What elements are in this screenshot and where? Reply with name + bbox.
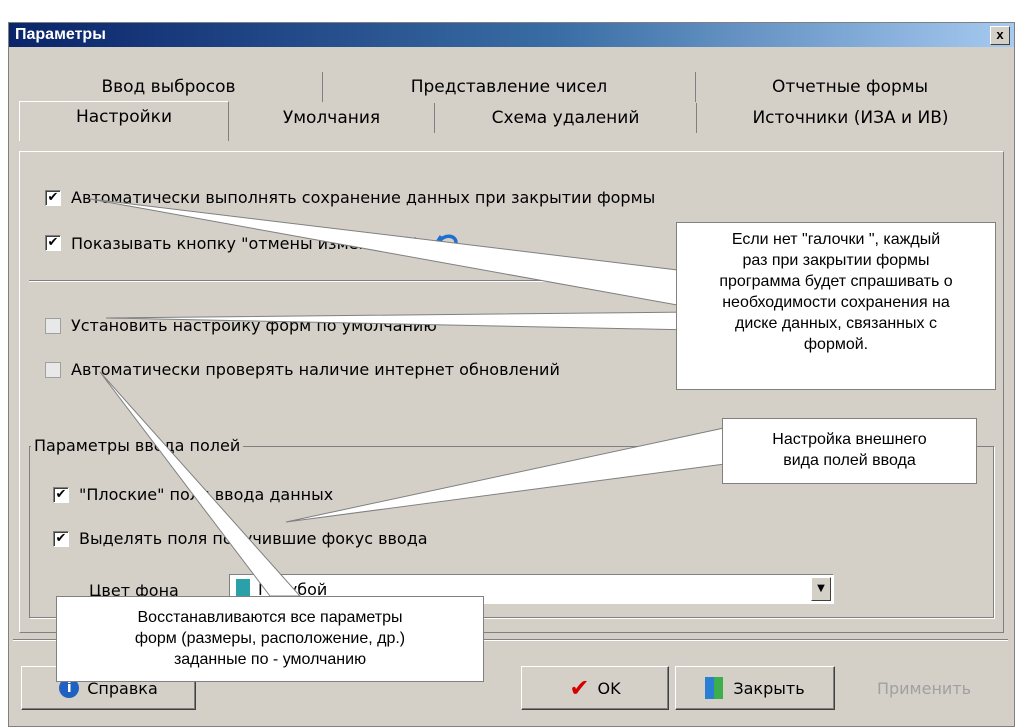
flat-fields-option[interactable]: ✔ "Плоские" поля ввода данных bbox=[53, 485, 333, 504]
restore-callout: Восстанавливаются все параметры форм (ра… bbox=[56, 596, 484, 682]
autosave-callout: Если нет "галочки ", каждый раз при закр… bbox=[676, 222, 996, 390]
door-icon bbox=[705, 677, 724, 699]
close-button[interactable]: Закрыть bbox=[675, 666, 835, 710]
dropdown-arrow-icon[interactable]: ▼ bbox=[811, 577, 831, 601]
input-fields-group-title: Параметры ввода полей bbox=[31, 436, 244, 455]
highlight-focus-label: Выделять поля получившие фокус ввода bbox=[79, 529, 428, 548]
flat-fields-label: "Плоские" поля ввода данных bbox=[79, 485, 334, 504]
default-layout-checkbox[interactable] bbox=[45, 317, 61, 334]
apply-label: Применить bbox=[876, 678, 972, 698]
tab-number-format[interactable]: Представление чисел bbox=[323, 72, 696, 102]
color-swatch bbox=[236, 579, 250, 597]
default-layout-label: Установить настройку форм по умолчанию bbox=[71, 316, 437, 335]
auto-update-option[interactable]: Автоматически проверять наличие интернет… bbox=[45, 360, 560, 379]
autosave-checkbox[interactable]: ✔ bbox=[45, 189, 61, 206]
tab-defaults[interactable]: Умолчания bbox=[229, 103, 435, 133]
default-layout-option[interactable]: Установить настройку форм по умолчанию bbox=[45, 316, 437, 335]
close-label: Закрыть bbox=[733, 678, 805, 698]
highlight-focus-option[interactable]: ✔ Выделять поля получившие фокус ввода bbox=[53, 529, 428, 548]
window-title: Параметры bbox=[15, 26, 106, 43]
highlight-focus-checkbox[interactable]: ✔ bbox=[53, 530, 69, 547]
show-undo-option[interactable]: ✔ Показывать кнопку "отмены изменений" bbox=[45, 232, 461, 254]
show-undo-label: Показывать кнопку "отмены изменений" bbox=[71, 233, 418, 253]
ok-button[interactable]: ✔ OK bbox=[521, 666, 669, 710]
tab-settings[interactable]: Настройки bbox=[19, 101, 229, 141]
tab-report-forms[interactable]: Отчетные формы bbox=[696, 72, 1004, 102]
autosave-label: Автоматически выполнять сохранение данны… bbox=[71, 188, 656, 207]
show-undo-checkbox[interactable]: ✔ bbox=[45, 235, 61, 251]
title-bar[interactable]: Параметры x bbox=[9, 23, 1014, 47]
tab-emissions-input[interactable]: Ввод выбросов bbox=[15, 72, 323, 102]
autosave-option[interactable]: ✔ Автоматически выполнять сохранение дан… bbox=[45, 188, 655, 207]
check-icon: ✔ bbox=[569, 674, 590, 702]
separator bbox=[29, 280, 684, 282]
appearance-callout: Настройка внешнего вида полей ввода bbox=[722, 418, 977, 484]
tab-removal-scheme[interactable]: Схема удалений bbox=[435, 103, 697, 133]
apply-button[interactable]: Применить bbox=[839, 666, 1009, 710]
undo-icon bbox=[435, 234, 459, 253]
flat-fields-checkbox[interactable]: ✔ bbox=[53, 486, 69, 503]
ok-label: OK bbox=[597, 678, 621, 698]
auto-update-checkbox[interactable] bbox=[45, 361, 61, 378]
close-window-button[interactable]: x bbox=[990, 26, 1010, 45]
tab-sources[interactable]: Источники (ИЗА и ИВ) bbox=[697, 103, 1004, 133]
auto-update-label: Автоматически проверять наличие интернет… bbox=[71, 360, 560, 379]
